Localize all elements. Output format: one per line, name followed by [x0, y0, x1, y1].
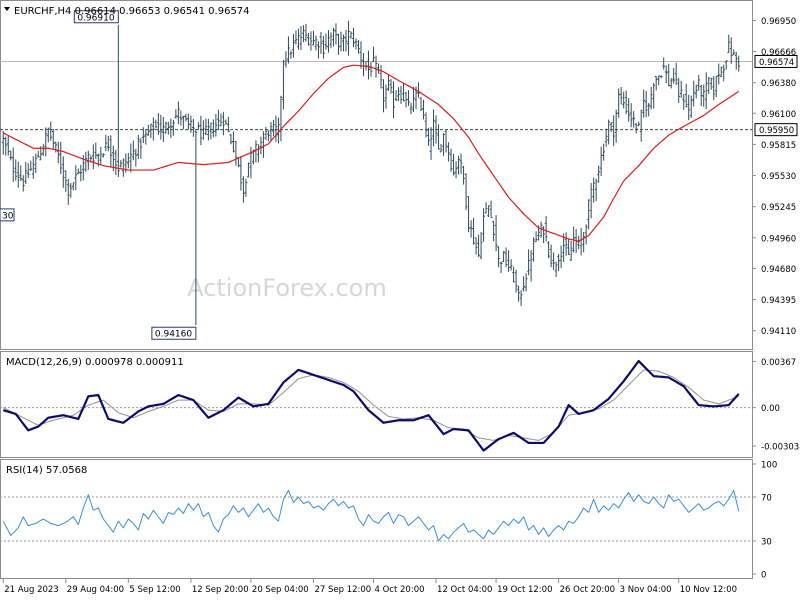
rsi-tick-label: 70 [761, 494, 772, 504]
rsi-panel-title: RSI(14) 57.0568 [6, 465, 87, 476]
left-cut-label: 30 [2, 211, 14, 221]
price-tick-label: 0.94110 [761, 327, 796, 337]
price-tick-label: 0.94680 [761, 265, 796, 275]
rsi-panel: 100 70 30 0 RSI(14) 57.0568 [0, 459, 777, 581]
time-tick-label: 12 Sep 20:00 [192, 585, 249, 595]
price-panel: ActionForex.com 0.969500.966660.963800.9… [0, 0, 798, 350]
rsi-axis: 100 70 30 0 [752, 461, 777, 581]
chart-container: ActionForex.com 0.96950 0.96666 0.96380 0.9… [0, 0, 800, 600]
time-tick-label: 3 Nov 04:00 [620, 585, 672, 595]
current-price-tag-label: 0.96574 [759, 58, 794, 68]
watermark: ActionForex.com [187, 274, 387, 302]
time-tick-label: 29 Aug 04:00 [67, 585, 124, 595]
time-tick-label: 26 Oct 20:00 [560, 585, 615, 595]
rsi-tick-label: 30 [761, 538, 772, 548]
time-tick-label: 10 Nov 12:00 [680, 585, 737, 595]
rsi-tick-label: 0 [761, 571, 766, 581]
time-tick-label: 19 Oct 12:00 [497, 585, 552, 595]
price-tick-label: 0.94395 [761, 296, 796, 306]
time-tick-label: 5 Sep 12:00 [129, 585, 180, 595]
time-tick-label: 21 Aug 2023 [4, 585, 58, 595]
price-tick-label: 0.96950 [761, 17, 796, 27]
price-tick-label: 0.94960 [761, 234, 796, 244]
macd-tick-label: -0.003038 [761, 442, 800, 452]
swing-low-label: 0.94160 [155, 330, 192, 340]
macd-tick-label: 0.00 [761, 404, 780, 414]
chart-svg: ActionForex.com 0.969500.966660.963800.9… [0, 0, 800, 595]
price-tick-label: 0.95815 [761, 141, 796, 151]
price-tick-label: 0.96100 [761, 110, 796, 120]
macd-axis: 0.00367 0.00 -0.003038 [752, 358, 800, 452]
time-axis: 21 Aug 2023 29 Aug 04:00 5 Sep 12:00 12 Sep… [2, 579, 737, 595]
support-price-tag-label: 0.95950 [759, 126, 794, 136]
price-tick-label: 0.95530 [761, 172, 796, 182]
rsi-tick-label: 100 [761, 461, 777, 471]
price-tick-label: 0.95245 [761, 203, 796, 213]
rsi-panel-frame [0, 459, 753, 579]
price-panel-title: EURCHF,H4 0.96614 0.96653 0.96541 0.9657… [14, 6, 250, 17]
macd-panel-title: MACD(12,26,9) 0.000978 0.000911 [6, 357, 184, 368]
time-tick-label: 20 Sep 04:00 [252, 585, 309, 595]
time-tick-label: 27 Sep 12:00 [314, 585, 371, 595]
time-tick-label: 4 Oct 20:00 [375, 585, 425, 595]
price-tick-label: 0.96380 [761, 79, 796, 89]
time-tick-label: 12 Oct 04:00 [437, 585, 492, 595]
macd-tick-label: 0.00367 [761, 358, 796, 368]
macd-panel: 0.00367 0.00 -0.003038 MACD(12,26,9) 0.000… [0, 351, 800, 458]
